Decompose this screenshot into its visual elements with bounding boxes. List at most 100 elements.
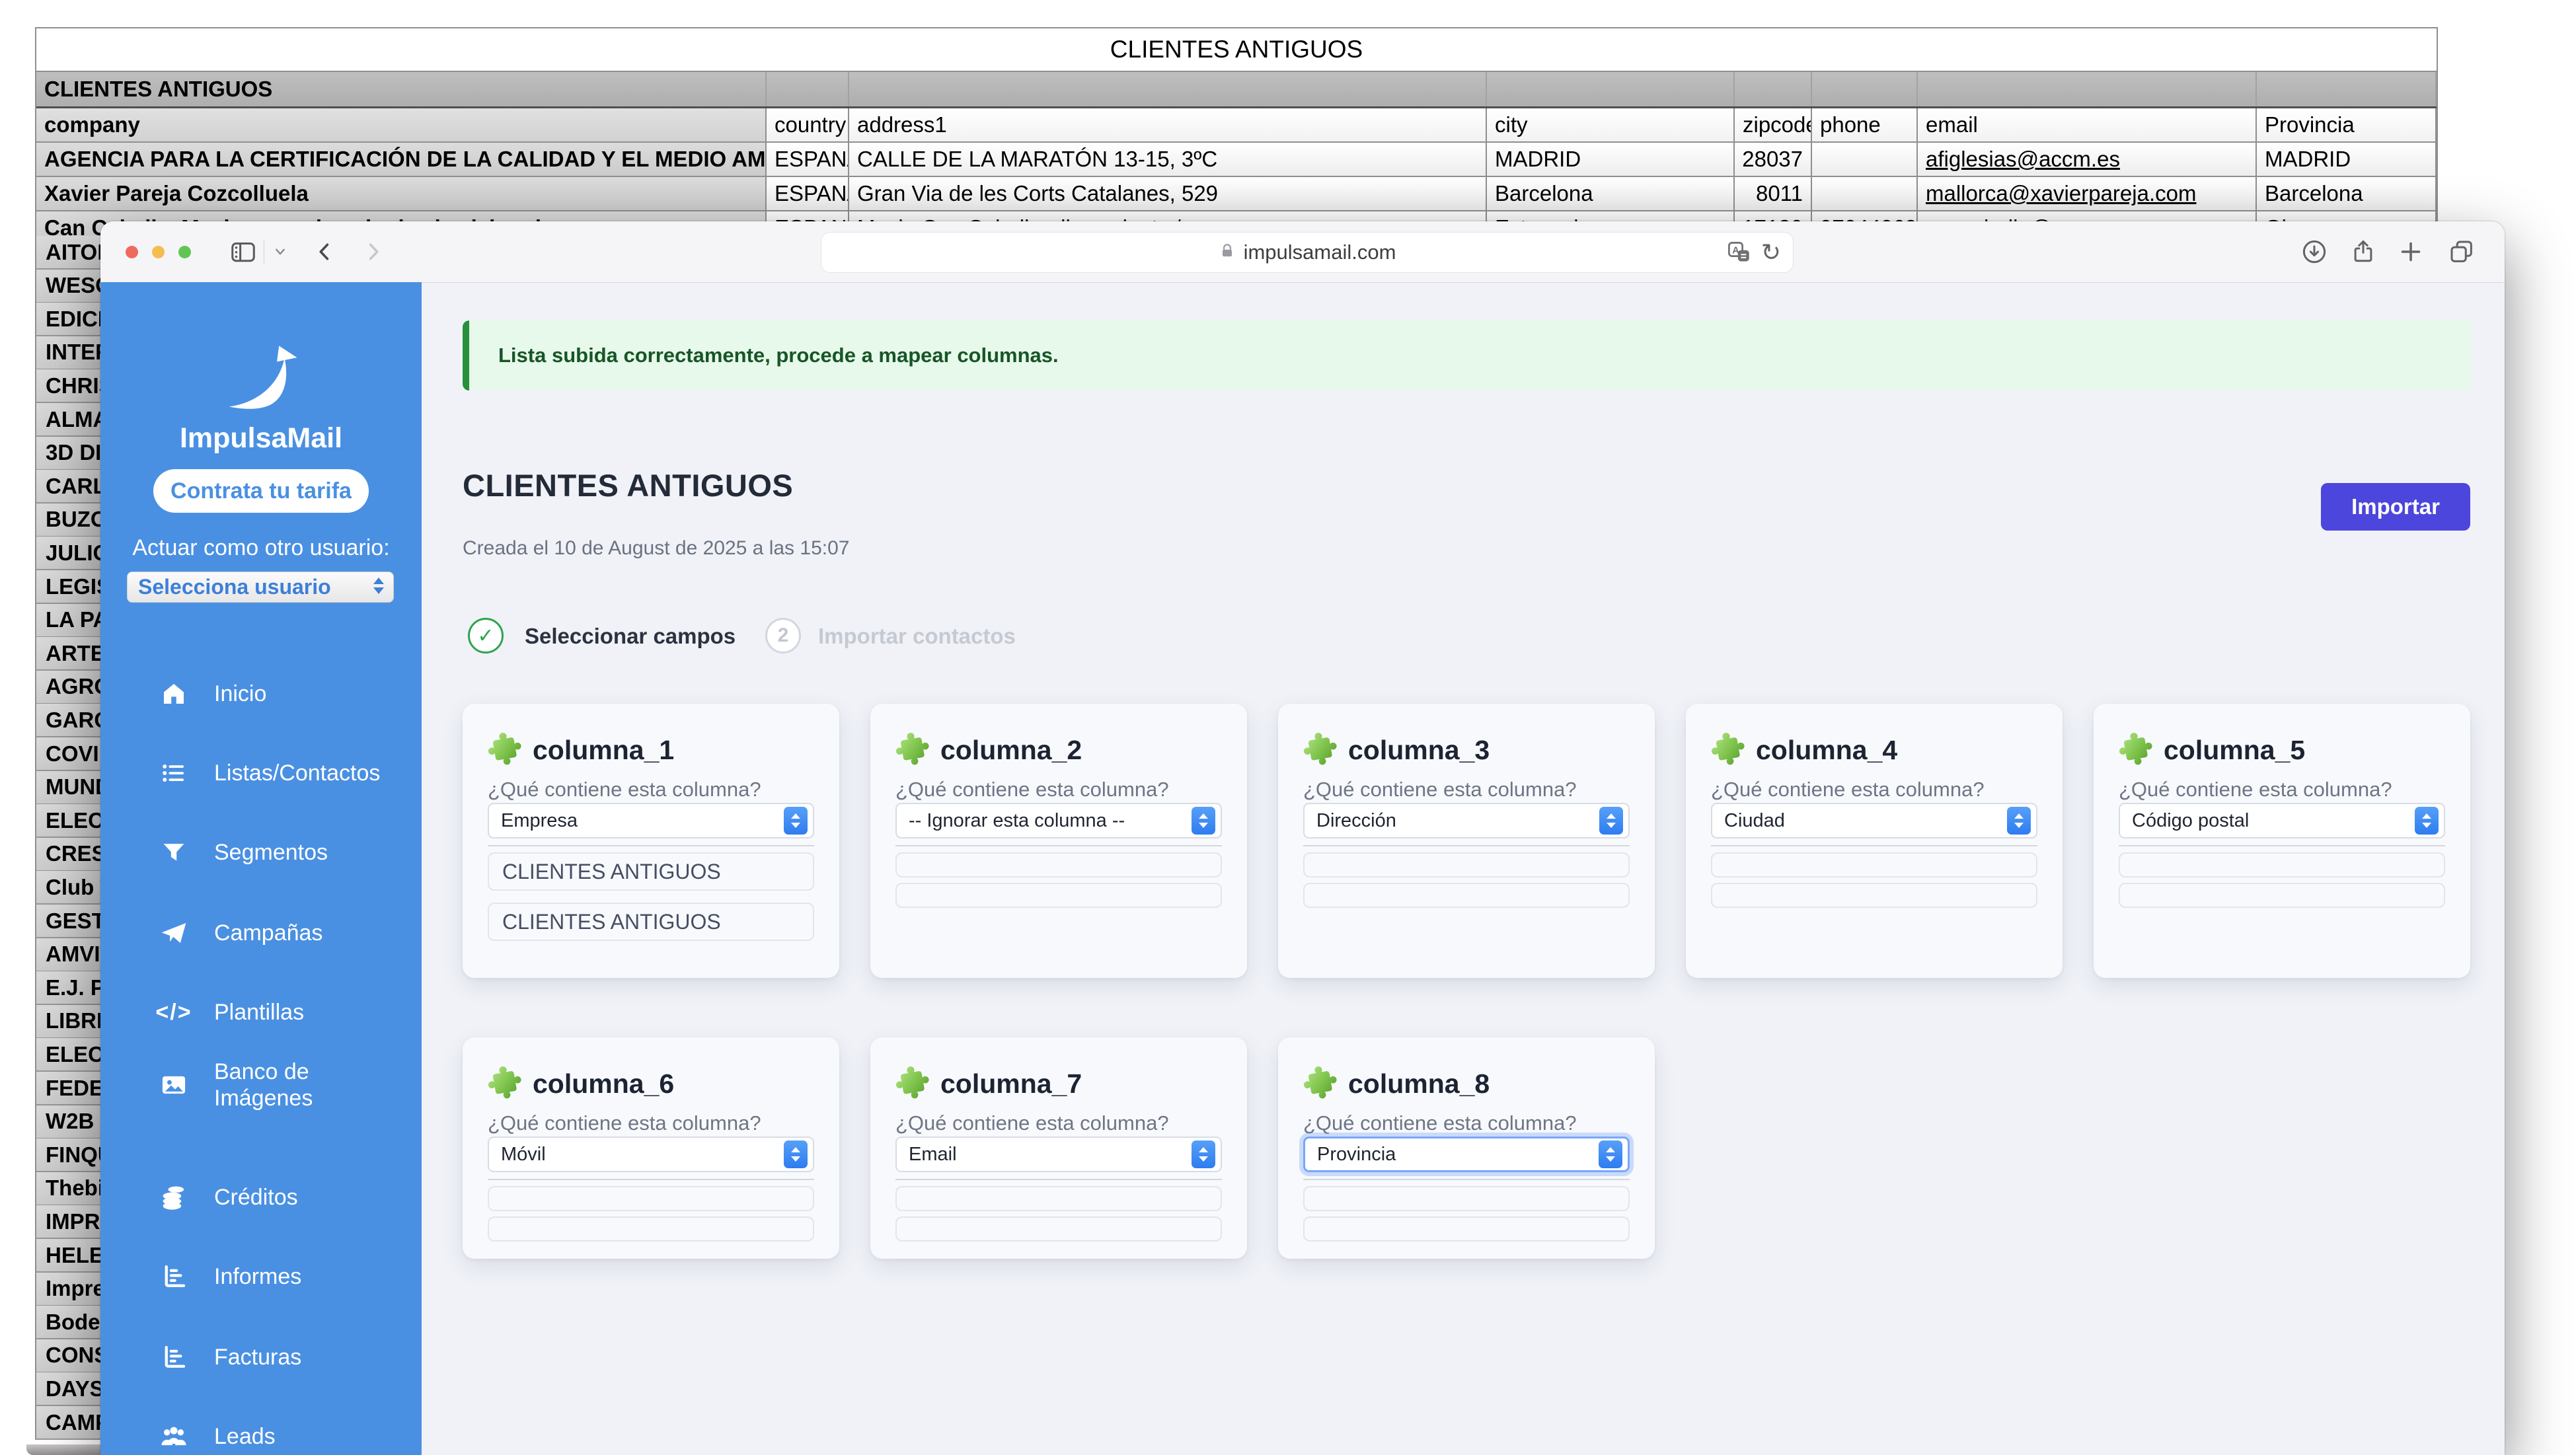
table-cell: ESPANA: [767, 177, 849, 210]
table-cell: CALLE DE LA MARATÓN 13-15, 3ºC: [849, 143, 1487, 176]
card-question: ¿Qué contiene esta columna?: [895, 778, 1169, 802]
spreadsheet-header-row: companycountryaddress1cityzipcodephoneem…: [36, 108, 2437, 143]
sidebar-item-leads[interactable]: Leads: [100, 1417, 422, 1455]
field-select-columna_1[interactable]: Empresa: [488, 803, 814, 839]
column-header-address1: address1: [849, 108, 1487, 141]
field-select-columna_7[interactable]: Email: [895, 1137, 1222, 1172]
step-1-check-icon: ✓: [468, 618, 504, 653]
sidebar-item-label: Segmentos: [214, 839, 328, 866]
step-2-number: 2: [765, 618, 801, 653]
email-link[interactable]: afiglesias@accm.es: [1918, 143, 2257, 176]
back-icon[interactable]: [312, 239, 338, 265]
sidebar-item-informes[interactable]: Informes: [100, 1257, 422, 1296]
user-select-value: Selecciona usuario: [138, 575, 331, 599]
browser-window: impulsamail.com A ↻ ImpulsaMail Contrata…: [100, 221, 2505, 1455]
sidebar-item-label: Informes: [214, 1263, 301, 1290]
tab-overview-icon[interactable]: [2448, 239, 2475, 265]
paper-plane-icon: [159, 918, 189, 948]
puzzle-icon: [894, 1064, 931, 1104]
select-underline: [1303, 1179, 1630, 1180]
merged-header-cell: [1735, 72, 1812, 106]
column-header-phone: phone: [1812, 108, 1918, 141]
field-select-value: Email: [909, 1144, 957, 1166]
translate-icon[interactable]: A: [1727, 241, 1751, 264]
field-select-value: Empresa: [501, 810, 578, 832]
table-cell: MADRID: [1487, 143, 1735, 176]
merged-header-cell: CLIENTES ANTIGUOS: [36, 72, 767, 106]
field-select-columna_3[interactable]: Dirección: [1303, 803, 1630, 839]
download-icon[interactable]: [2301, 239, 2328, 265]
select-stepper-icon: [2007, 807, 2031, 835]
select-underline: [1711, 845, 2037, 846]
preview-value: [1711, 883, 2037, 908]
merged-header-cell: [1812, 72, 1918, 106]
sidebar-item-facturas[interactable]: Facturas: [100, 1337, 422, 1377]
select-stepper-icon: [1599, 807, 1623, 835]
sidebar-item-inicio[interactable]: Inicio: [100, 674, 422, 714]
preview-value: CLIENTES ANTIGUOS: [488, 903, 814, 941]
column-card-columna_1: columna_1¿Qué contiene esta columna?Empr…: [463, 704, 839, 978]
close-window-button[interactable]: [126, 246, 138, 258]
card-title: columna_2: [940, 735, 1082, 766]
field-select-columna_2[interactable]: -- Ignorar esta columna --: [895, 803, 1222, 839]
card-question: ¿Qué contiene esta columna?: [488, 778, 761, 802]
merged-header-cell: [1487, 72, 1735, 106]
share-icon[interactable]: [2350, 239, 2376, 265]
step-2-label: Importar contactos: [818, 624, 1016, 649]
reload-icon[interactable]: ↻: [1761, 239, 1781, 266]
merged-header-cell: [2257, 72, 2437, 106]
funnel-icon: [159, 837, 189, 868]
created-date: Creada el 10 de August de 2025 a las 15:…: [463, 537, 849, 560]
new-tab-icon[interactable]: [2398, 239, 2424, 265]
import-button[interactable]: Importar: [2321, 483, 2470, 531]
puzzle-icon: [486, 730, 523, 770]
field-select-value: Dirección: [1316, 810, 1396, 832]
card-title: columna_4: [1756, 735, 1897, 766]
merged-header-cell: [767, 72, 849, 106]
user-select[interactable]: Selecciona usuario: [127, 572, 394, 603]
sidebar-item-listas-contactos[interactable]: Listas/Contactos: [100, 753, 422, 793]
preview-value: CLIENTES ANTIGUOS: [488, 852, 814, 891]
sidebar-item-plantillas[interactable]: </>Plantillas: [100, 992, 422, 1032]
field-select-columna_8[interactable]: Provincia: [1303, 1137, 1630, 1172]
coins-icon: [159, 1182, 189, 1212]
image-icon: [159, 1070, 189, 1100]
select-underline: [2119, 845, 2445, 846]
table-row: AGENCIA PARA LA CERTIFICACIÓN DE LA CALI…: [36, 143, 2437, 177]
chevron-down-icon[interactable]: [267, 239, 293, 265]
sidebar-item-label: Listas/Contactos: [214, 760, 380, 786]
address-bar[interactable]: impulsamail.com A ↻: [821, 232, 1794, 273]
select-stepper-icon: [784, 807, 808, 835]
table-cell: AGENCIA PARA LA CERTIFICACIÓN DE LA CALI…: [36, 143, 767, 176]
puzzle-icon: [486, 1064, 523, 1104]
lock-icon: [1219, 243, 1236, 263]
card-title: columna_7: [940, 1068, 1082, 1100]
sidebar-item-campa-as[interactable]: Campañas: [100, 913, 422, 953]
preview-value: [1303, 852, 1630, 877]
sidebar-item-segmentos[interactable]: Segmentos: [100, 833, 422, 872]
minimize-window-button[interactable]: [152, 246, 165, 258]
column-card-columna_3: columna_3¿Qué contiene esta columna?Dire…: [1278, 704, 1655, 978]
field-select-value: Móvil: [501, 1144, 546, 1166]
preview-value: [895, 1186, 1222, 1211]
field-select-columna_5[interactable]: Código postal: [2119, 803, 2445, 839]
column-card-columna_5: columna_5¿Qué contiene esta columna?Códi…: [2094, 704, 2470, 978]
table-cell: MADRID: [2257, 143, 2437, 176]
sidebar-item-cr-ditos[interactable]: Créditos: [100, 1177, 422, 1217]
sidebar-toggle-icon[interactable]: [230, 239, 256, 265]
sidebar-item-banco-de-im-genes[interactable]: Banco de Imágenes: [100, 1065, 422, 1105]
select-stepper-icon: [1599, 1140, 1622, 1168]
field-select-columna_6[interactable]: Móvil: [488, 1137, 814, 1172]
field-select-columna_4[interactable]: Ciudad: [1711, 803, 2037, 839]
people-icon: [159, 1421, 189, 1452]
brand-name: ImpulsaMail: [100, 422, 422, 455]
email-link[interactable]: mallorca@xavierpareja.com: [1918, 177, 2257, 210]
column-header-zipcode: zipcode: [1735, 108, 1812, 141]
zoom-window-button[interactable]: [178, 246, 191, 258]
card-title: columna_5: [2164, 735, 2305, 766]
column-card-columna_8: columna_8¿Qué contiene esta columna?Prov…: [1278, 1037, 1655, 1259]
select-arrows-icon: [373, 578, 384, 594]
field-select-value: -- Ignorar esta columna --: [909, 810, 1125, 832]
contract-plan-button[interactable]: Contrata tu tarifa: [153, 469, 369, 513]
forward-icon[interactable]: [360, 239, 386, 265]
